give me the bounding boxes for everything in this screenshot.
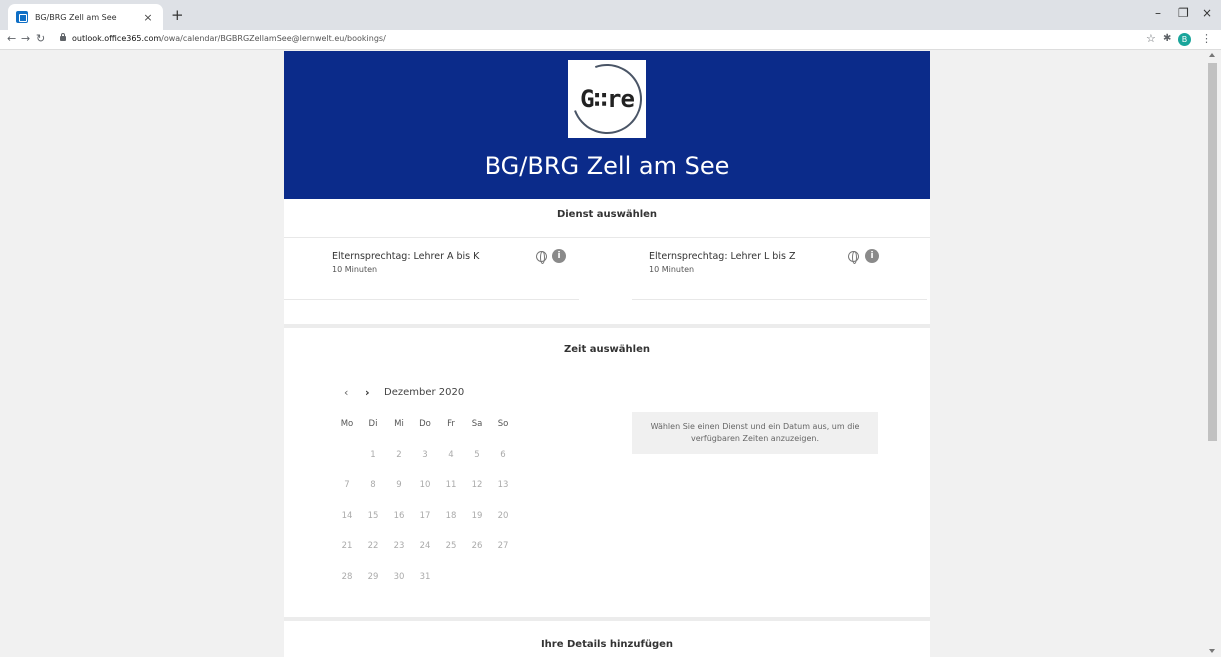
calendar-empty-day bbox=[334, 450, 360, 481]
calendar-week-row: 21 22 23 24 25 26 27 bbox=[334, 541, 574, 572]
page-viewport: G∷re BG/BRG Zell am See Dienst auswählen… bbox=[0, 51, 1205, 657]
service-section-title: Dienst auswählen bbox=[556, 209, 658, 220]
calendar-day[interactable]: 4 bbox=[438, 450, 464, 481]
calendar-day[interactable]: 28 bbox=[334, 572, 360, 603]
prev-month-chevron-icon[interactable]: ‹ bbox=[344, 386, 348, 399]
calendar-grid: Mo Di Mi Do Fr Sa So 1 2 3 4 5 6 7 8 9 10 11 12 13 14… bbox=[334, 419, 574, 602]
weekday-label: Do bbox=[419, 419, 431, 429]
url-path: /owa/calendar/BGBRGZellamSee@lernwelt.eu… bbox=[161, 34, 386, 43]
calendar-day[interactable]: 21 bbox=[334, 541, 360, 572]
calendar-day[interactable]: 16 bbox=[386, 511, 412, 542]
service-option-a-k[interactable]: Elternsprechtag: Lehrer A bis K 10 Minut… bbox=[284, 238, 579, 300]
calendar-day[interactable]: 1 bbox=[360, 450, 386, 481]
calendar-day[interactable]: 2 bbox=[386, 450, 412, 481]
availability-hint: Wählen Sie einen Dienst und ein Datum au… bbox=[632, 412, 878, 454]
url-host: outlook.office365.com bbox=[72, 34, 162, 43]
time-section-title: Zeit auswählen bbox=[564, 344, 650, 355]
browser-tab[interactable]: BG/BRG Zell am See × bbox=[8, 4, 163, 30]
scroll-up-arrow-icon[interactable] bbox=[1209, 53, 1215, 57]
calendar-day[interactable]: 18 bbox=[438, 511, 464, 542]
new-tab-button[interactable]: + bbox=[171, 6, 184, 24]
calendar-day[interactable]: 15 bbox=[360, 511, 386, 542]
scrollbar-thumb[interactable] bbox=[1208, 63, 1217, 441]
logo-text: G∷re bbox=[580, 85, 635, 113]
calendar-day[interactable]: 22 bbox=[360, 541, 386, 572]
month-label: Dezember 2020 bbox=[384, 387, 465, 398]
maximize-button[interactable]: ❐ bbox=[1178, 6, 1189, 20]
weekday-label: Fr bbox=[447, 419, 455, 429]
reload-icon[interactable]: ↻ bbox=[36, 32, 45, 45]
calendar-day[interactable]: 23 bbox=[386, 541, 412, 572]
calendar-week-row: 123456 bbox=[334, 450, 574, 481]
calendar-day[interactable]: 5 bbox=[464, 450, 490, 481]
next-month-chevron-icon[interactable]: › bbox=[365, 386, 370, 399]
calendar-day[interactable]: 7 bbox=[334, 480, 360, 511]
info-icon[interactable]: i bbox=[552, 249, 566, 263]
weekday-label: Sa bbox=[471, 419, 483, 429]
weekday-label: So bbox=[497, 419, 509, 429]
details-section-title: Ihre Details hinzufügen bbox=[540, 639, 674, 650]
calendar-day[interactable]: 19 bbox=[464, 511, 490, 542]
details-section: Ihre Details hinzufügen bbox=[284, 621, 930, 657]
service-option-l-z[interactable]: Elternsprechtag: Lehrer L bis Z 10 Minut… bbox=[632, 238, 927, 300]
calendar-day[interactable]: 29 bbox=[360, 572, 386, 603]
url-field[interactable]: outlook.office365.com/owa/calendar/BGBRG… bbox=[72, 34, 386, 43]
booking-page: G∷re BG/BRG Zell am See Dienst auswählen… bbox=[284, 51, 930, 657]
calendar-day[interactable]: 11 bbox=[438, 480, 464, 511]
calendar-week-row: 7 8 9 10 11 12 13 bbox=[334, 480, 574, 511]
extensions-puzzle-icon[interactable]: ✱ bbox=[1163, 33, 1171, 44]
calendar-day[interactable]: 3 bbox=[412, 450, 438, 481]
calendar-day[interactable]: 24 bbox=[412, 541, 438, 572]
kebab-menu-icon[interactable]: ⋮ bbox=[1201, 32, 1212, 45]
calendar-day[interactable]: 13 bbox=[490, 480, 516, 511]
calendar-day[interactable]: 9 bbox=[386, 480, 412, 511]
profile-avatar[interactable]: B bbox=[1178, 33, 1191, 46]
calendar-empty-day bbox=[464, 572, 490, 603]
booking-header: G∷re BG/BRG Zell am See bbox=[284, 51, 930, 199]
service-section: Dienst auswählen Elternsprechtag: Lehrer… bbox=[284, 199, 930, 328]
calendar-day[interactable]: 25 bbox=[438, 541, 464, 572]
address-bar: ← → ↻ outlook.office365.com/owa/calendar… bbox=[0, 30, 1221, 50]
back-arrow-icon[interactable]: ← bbox=[7, 32, 16, 45]
weekday-label: Mo bbox=[340, 419, 354, 429]
weekday-label: Mi bbox=[394, 419, 404, 429]
bookmark-star-icon[interactable]: ☆ bbox=[1146, 32, 1156, 45]
service-duration: 10 Minuten bbox=[649, 265, 695, 274]
globe-icon bbox=[536, 251, 547, 264]
outlook-favicon-icon bbox=[16, 11, 28, 23]
tab-close-icon[interactable]: × bbox=[141, 11, 155, 24]
calendar-day[interactable]: 6 bbox=[490, 450, 516, 481]
vertical-scrollbar[interactable] bbox=[1205, 51, 1221, 657]
calendar-day[interactable]: 8 bbox=[360, 480, 386, 511]
browser-tab-bar: BG/BRG Zell am See × + – ❐ × bbox=[0, 0, 1221, 30]
globe-icon bbox=[848, 251, 859, 264]
minimize-button[interactable]: – bbox=[1155, 6, 1161, 20]
calendar-week-row: 14 15 16 17 18 19 20 bbox=[334, 511, 574, 542]
calendar-empty-day bbox=[490, 572, 516, 603]
lock-icon[interactable] bbox=[60, 33, 66, 41]
calendar-day[interactable]: 20 bbox=[490, 511, 516, 542]
weekday-header-row: Mo Di Mi Do Fr Sa So bbox=[334, 419, 574, 450]
calendar-day[interactable]: 10 bbox=[412, 480, 438, 511]
weekday-label: Di bbox=[368, 419, 378, 429]
scroll-down-arrow-icon[interactable] bbox=[1209, 649, 1215, 653]
calendar-week-row: 28 29 30 31 bbox=[334, 572, 574, 603]
calendar-day[interactable]: 14 bbox=[334, 511, 360, 542]
calendar-day[interactable]: 17 bbox=[412, 511, 438, 542]
forward-arrow-icon[interactable]: → bbox=[21, 32, 30, 45]
calendar-day[interactable]: 30 bbox=[386, 572, 412, 603]
calendar-day[interactable]: 26 bbox=[464, 541, 490, 572]
calendar-day[interactable]: 12 bbox=[464, 480, 490, 511]
calendar-day[interactable]: 27 bbox=[490, 541, 516, 572]
close-window-button[interactable]: × bbox=[1202, 6, 1212, 20]
info-icon[interactable]: i bbox=[865, 249, 879, 263]
tab-title: BG/BRG Zell am See bbox=[35, 12, 117, 22]
school-name: BG/BRG Zell am See bbox=[484, 152, 730, 180]
service-name: Elternsprechtag: Lehrer L bis Z bbox=[649, 251, 796, 262]
calendar-day[interactable]: 31 bbox=[412, 572, 438, 603]
school-logo: G∷re bbox=[560, 52, 654, 146]
time-section: Zeit auswählen ‹ › Dezember 2020 Mo Di M… bbox=[284, 328, 930, 621]
service-duration: 10 Minuten bbox=[332, 265, 378, 274]
calendar-empty-day bbox=[438, 572, 464, 603]
